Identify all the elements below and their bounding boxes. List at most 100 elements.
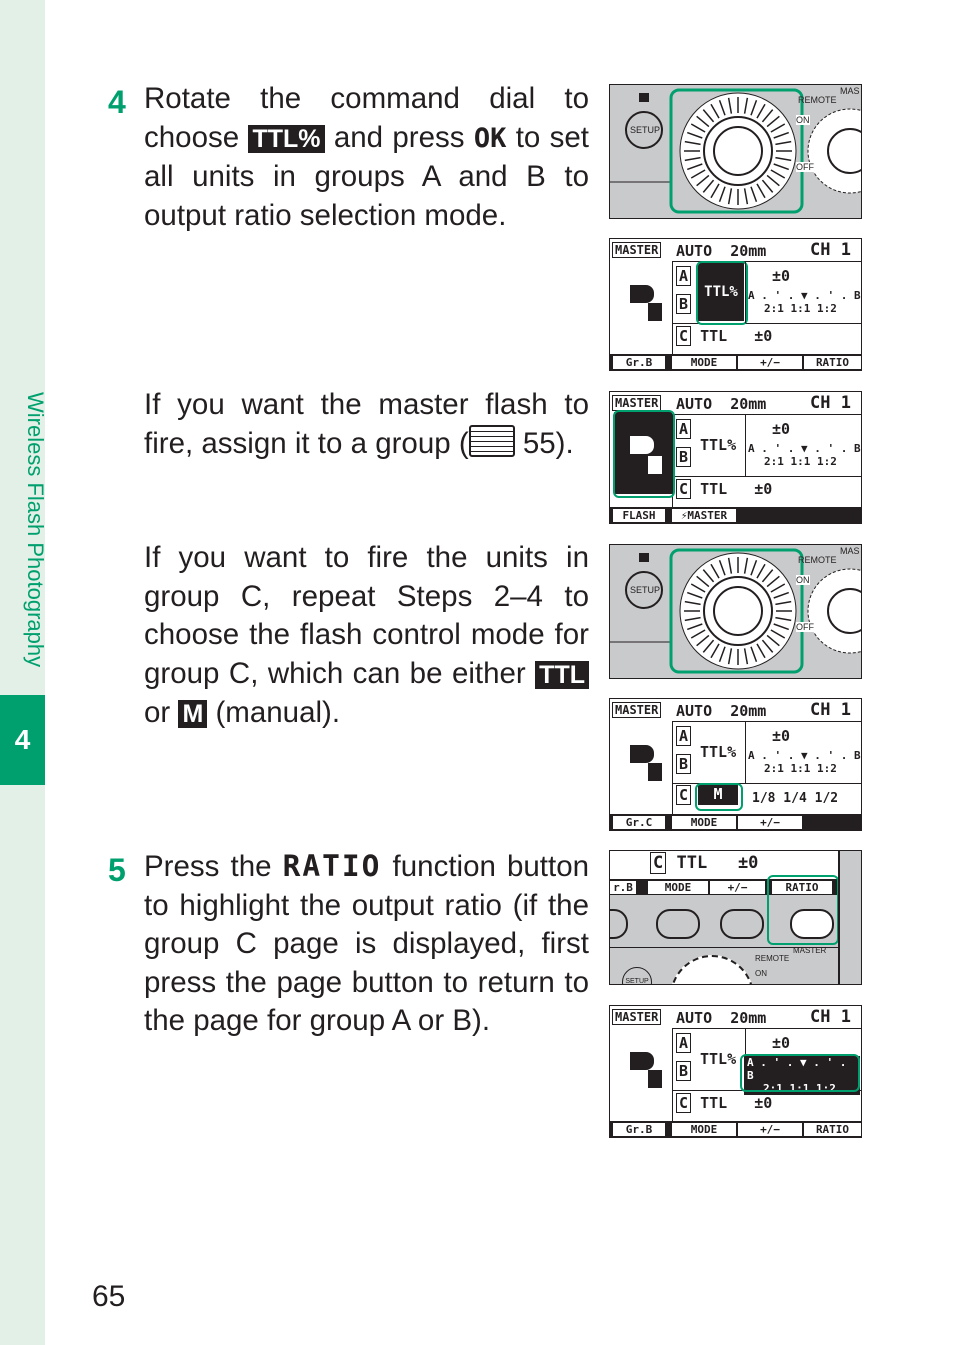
group-a-label: A bbox=[676, 266, 692, 286]
group-c-label: C bbox=[676, 326, 692, 346]
master-flash-icon bbox=[614, 281, 662, 321]
master-flash-icon bbox=[614, 741, 662, 781]
setup-button: SETUP bbox=[630, 125, 661, 135]
group-page-label: Gr.B bbox=[625, 356, 653, 369]
ttl-percent-icon: TTL% bbox=[248, 124, 325, 153]
channel-label: CH 1 bbox=[810, 1007, 851, 1027]
compensation-softkey-label: +/− bbox=[760, 816, 780, 829]
group-page-label: Gr.B bbox=[625, 1123, 653, 1136]
master-label: MASTER bbox=[612, 702, 662, 718]
mode-value: TTL bbox=[700, 480, 728, 498]
group-c-label: C bbox=[676, 1093, 692, 1113]
lcd-panel: MASTER AUTO 20mm CH 1 A B TTL% ±0 A . ' . ▼ . '… bbox=[609, 698, 862, 831]
dial-graphic bbox=[610, 548, 861, 674]
lcd-panel: MASTER AUTO 20mm CH 1 A B TTL% ±0 A . ' . ▼ . '… bbox=[609, 391, 862, 524]
ratio-scale: A . ' . ▼ . ' . B bbox=[748, 749, 861, 762]
ratio-label: RATIO bbox=[282, 849, 382, 883]
mode-softkey-label: MODE bbox=[648, 881, 708, 894]
ratio-softkey-label: RATIO bbox=[815, 1123, 850, 1136]
master-label: MASTER bbox=[612, 242, 662, 258]
group-b-label: B bbox=[676, 754, 692, 774]
setup-button: SETUP bbox=[622, 967, 652, 984]
master-label: MASTER bbox=[612, 1009, 662, 1025]
compensation-softkey-label: +/− bbox=[760, 356, 780, 369]
compensation-value: ±0 bbox=[772, 420, 791, 438]
function-buttons-illustration: C TTL ±0 r.B MODE +/− RATIO REMOTE MASTE… bbox=[609, 850, 862, 985]
text: Press the bbox=[144, 850, 283, 883]
remote-label: REMOTE bbox=[755, 954, 790, 963]
off-label: OFF bbox=[796, 162, 814, 172]
ratio-softkey-label: RATIO bbox=[815, 356, 850, 369]
channel-label: CH 1 bbox=[810, 700, 851, 720]
remote-label: REMOTE bbox=[798, 555, 837, 565]
group-c-label: C bbox=[676, 479, 692, 499]
mode-label: TTL bbox=[676, 853, 708, 873]
text: or bbox=[144, 696, 179, 729]
master-label: MAS bbox=[840, 86, 860, 96]
group-a-label: A bbox=[676, 726, 692, 746]
auto-label: AUTO bbox=[676, 702, 713, 720]
manual-icon: M bbox=[178, 700, 208, 728]
mode-softkey-label: MODE bbox=[690, 1123, 718, 1136]
note-group-c: If you want to fire the units in group C… bbox=[144, 539, 589, 734]
setup-button: SETUP bbox=[630, 585, 661, 595]
lcd-panel: MASTER AUTO 20mm CH 1 A B TTL% ±0 A . ' . ▼ . '… bbox=[609, 1005, 862, 1138]
channel-label: CH 1 bbox=[810, 240, 851, 260]
mode-value: TTL bbox=[700, 327, 728, 345]
compensation-value: ±0 bbox=[772, 1034, 791, 1052]
dial-graphic bbox=[610, 88, 861, 214]
zoom-value: 20mm bbox=[730, 242, 767, 260]
master-flash-icon bbox=[614, 1048, 662, 1088]
compensation-value: ±0 bbox=[754, 327, 773, 345]
group-b-label: B bbox=[676, 1061, 692, 1081]
command-dial bbox=[670, 955, 754, 984]
compensation-value: ±0 bbox=[737, 853, 759, 873]
compensation-value: ±0 bbox=[772, 267, 791, 285]
book-icon bbox=[468, 424, 515, 457]
page-number: 65 bbox=[92, 1280, 126, 1313]
command-dial-illustration: SETUP REMOTE MAS ON OFF bbox=[609, 544, 862, 679]
group-c-label: C bbox=[650, 852, 667, 874]
master-softkey-label: ⚡MASTER bbox=[680, 509, 728, 522]
ratio-values: 2:1 1:1 1:2 bbox=[764, 302, 837, 315]
ratio-scale: A . ' . ▼ . ' . B bbox=[748, 289, 861, 302]
mode-softkey-label: MODE bbox=[690, 816, 718, 829]
mode-value: TTL% bbox=[700, 436, 737, 454]
auto-label: AUTO bbox=[676, 242, 713, 260]
on-label: ON bbox=[796, 115, 810, 125]
ttl-icon: TTL bbox=[535, 660, 589, 689]
chapter-sidebar: Wireless Flash Photography 4 bbox=[0, 0, 48, 1345]
zoom-value: 20mm bbox=[730, 1009, 767, 1027]
text: If you want to fire the units in group C… bbox=[144, 541, 589, 690]
mode-button bbox=[656, 909, 700, 939]
zoom-value: 20mm bbox=[730, 395, 767, 413]
lcd-panel: MASTER AUTO 20mm CH 1 A B TTL% ±0 A . ' . ▼ . '… bbox=[609, 238, 862, 371]
master-label: MAS bbox=[840, 546, 860, 556]
ratio-values: 2:1 1:1 1:2 bbox=[764, 455, 837, 468]
mode-softkey-label: MODE bbox=[690, 356, 718, 369]
step-5-text: Press the RATIO function button to highl… bbox=[144, 847, 589, 1041]
ratio-scale: A . ' . ▼ . ' . B bbox=[748, 442, 861, 455]
command-dial-illustration: SETUP REMOTE MAS ON OFF bbox=[609, 84, 862, 219]
group-a-label: A bbox=[676, 419, 692, 439]
group-c-label: C bbox=[676, 785, 692, 805]
step-4-text: Rotate the command dial to choose TTL% a… bbox=[144, 80, 589, 235]
on-label: ON bbox=[796, 575, 810, 585]
group-page-label: Gr.C bbox=[625, 816, 653, 829]
auto-label: AUTO bbox=[676, 395, 713, 413]
channel-label: CH 1 bbox=[810, 393, 851, 413]
compensation-value: ±0 bbox=[772, 727, 791, 745]
on-label: ON bbox=[755, 969, 767, 978]
compensation-button bbox=[720, 909, 764, 939]
step-number: 5 bbox=[108, 852, 126, 888]
chapter-tab: 4 bbox=[0, 695, 45, 785]
compensation-value: ±0 bbox=[754, 1094, 773, 1112]
ok-button-icon: OK bbox=[473, 122, 507, 154]
softkey-button bbox=[610, 909, 628, 939]
group-b-label: B bbox=[676, 294, 692, 314]
step-number: 4 bbox=[108, 84, 126, 120]
master-label: MASTER bbox=[793, 946, 827, 955]
chapter-title: Wireless Flash Photography bbox=[23, 392, 48, 668]
auto-label: AUTO bbox=[676, 1009, 713, 1027]
master-label: MASTER bbox=[612, 395, 662, 411]
